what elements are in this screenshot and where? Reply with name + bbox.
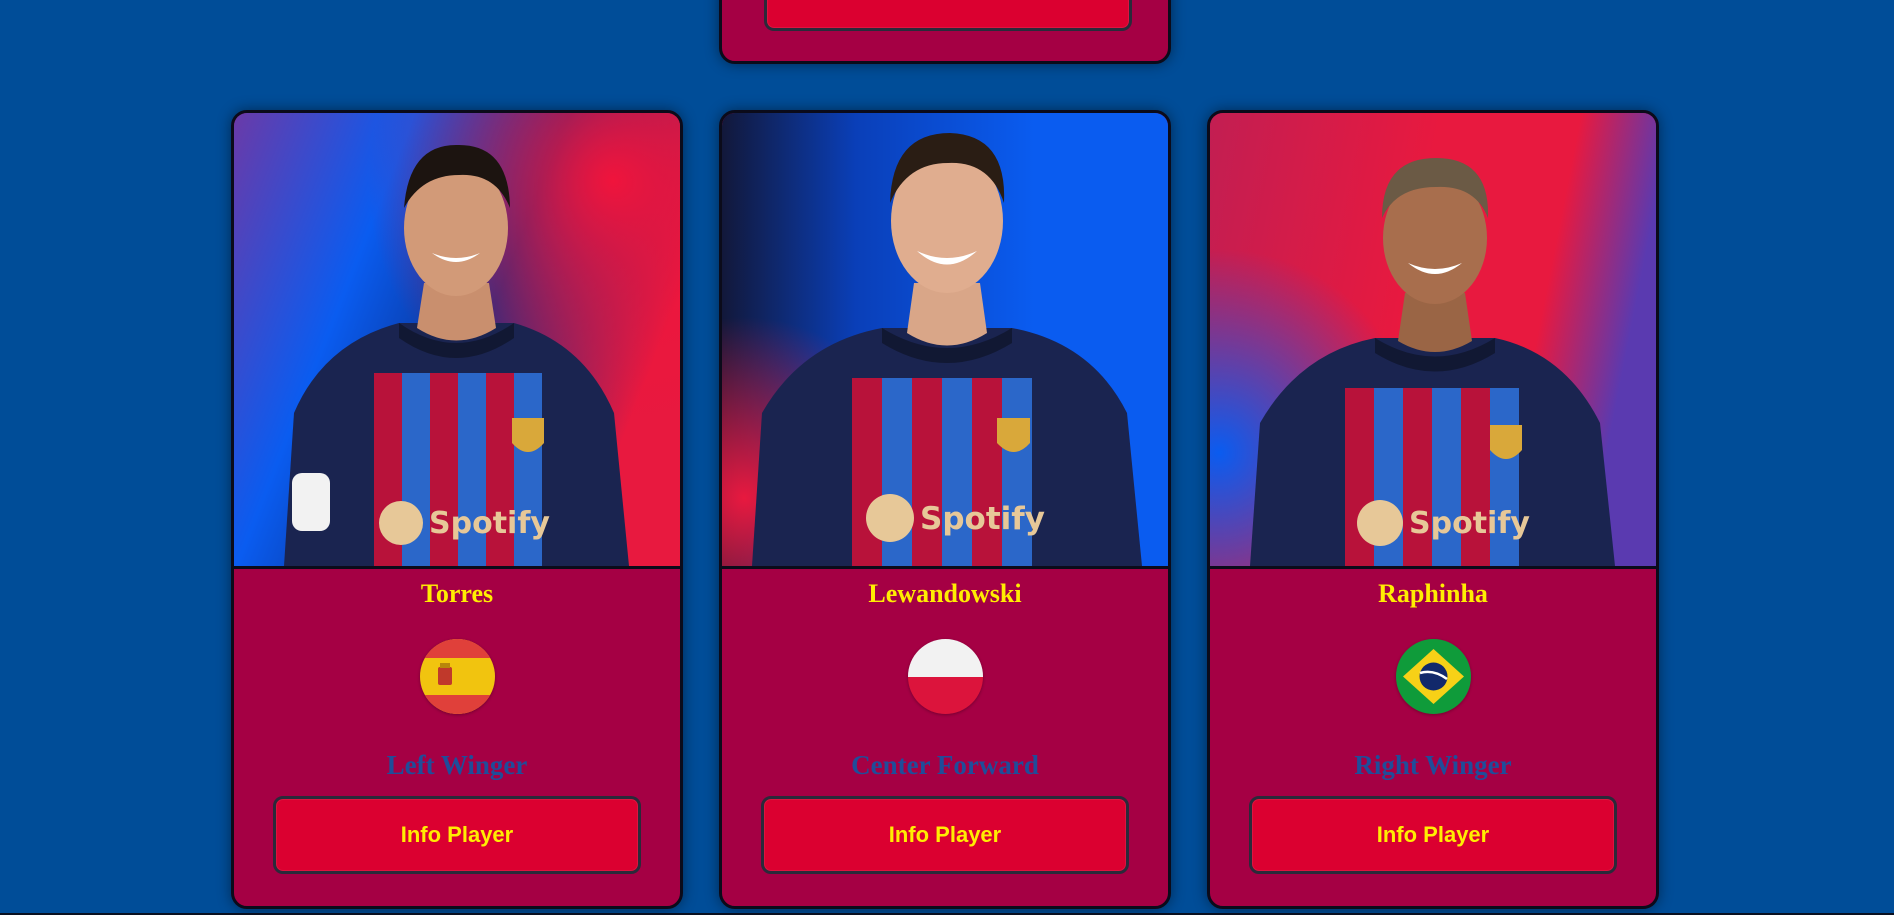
player-photo: Spotify (722, 113, 1168, 569)
info-player-button[interactable] (764, 0, 1132, 31)
info-player-button[interactable]: Info Player (761, 796, 1129, 874)
brazil-flag-icon (1395, 639, 1471, 714)
spain-flag-icon (419, 639, 495, 714)
info-player-button[interactable]: Info Player (273, 796, 641, 874)
player-photo: Spotify (234, 113, 680, 569)
player-card-raphinha: Spotify Raphinha Right Winger Info Playe… (1207, 110, 1659, 909)
player-photo: Spotify (1210, 113, 1656, 569)
player-card-lewandowski: Spotify Lewandowski Center Forward Info … (719, 110, 1171, 909)
player-card-torres: Spotify Torres Left Winger Info Player (231, 110, 683, 909)
svg-text:Spotify: Spotify (1409, 506, 1530, 541)
poland-flag-icon (907, 639, 983, 714)
player-grid-page: Spotify Torres Left Winger Info Player S… (0, 0, 1894, 915)
svg-text:Spotify: Spotify (920, 501, 1045, 537)
player-position: Center Forward (851, 750, 1039, 780)
svg-text:Spotify: Spotify (429, 506, 550, 541)
player-name: Torres (420, 579, 494, 608)
player-position: Right Winger (1354, 750, 1512, 780)
player-name: Lewandowski (868, 579, 1022, 608)
info-player-button[interactable]: Info Player (1249, 796, 1617, 874)
player-card-partial (719, 0, 1171, 64)
player-position: Left Winger (386, 750, 528, 780)
player-name: Raphinha (1378, 579, 1488, 608)
